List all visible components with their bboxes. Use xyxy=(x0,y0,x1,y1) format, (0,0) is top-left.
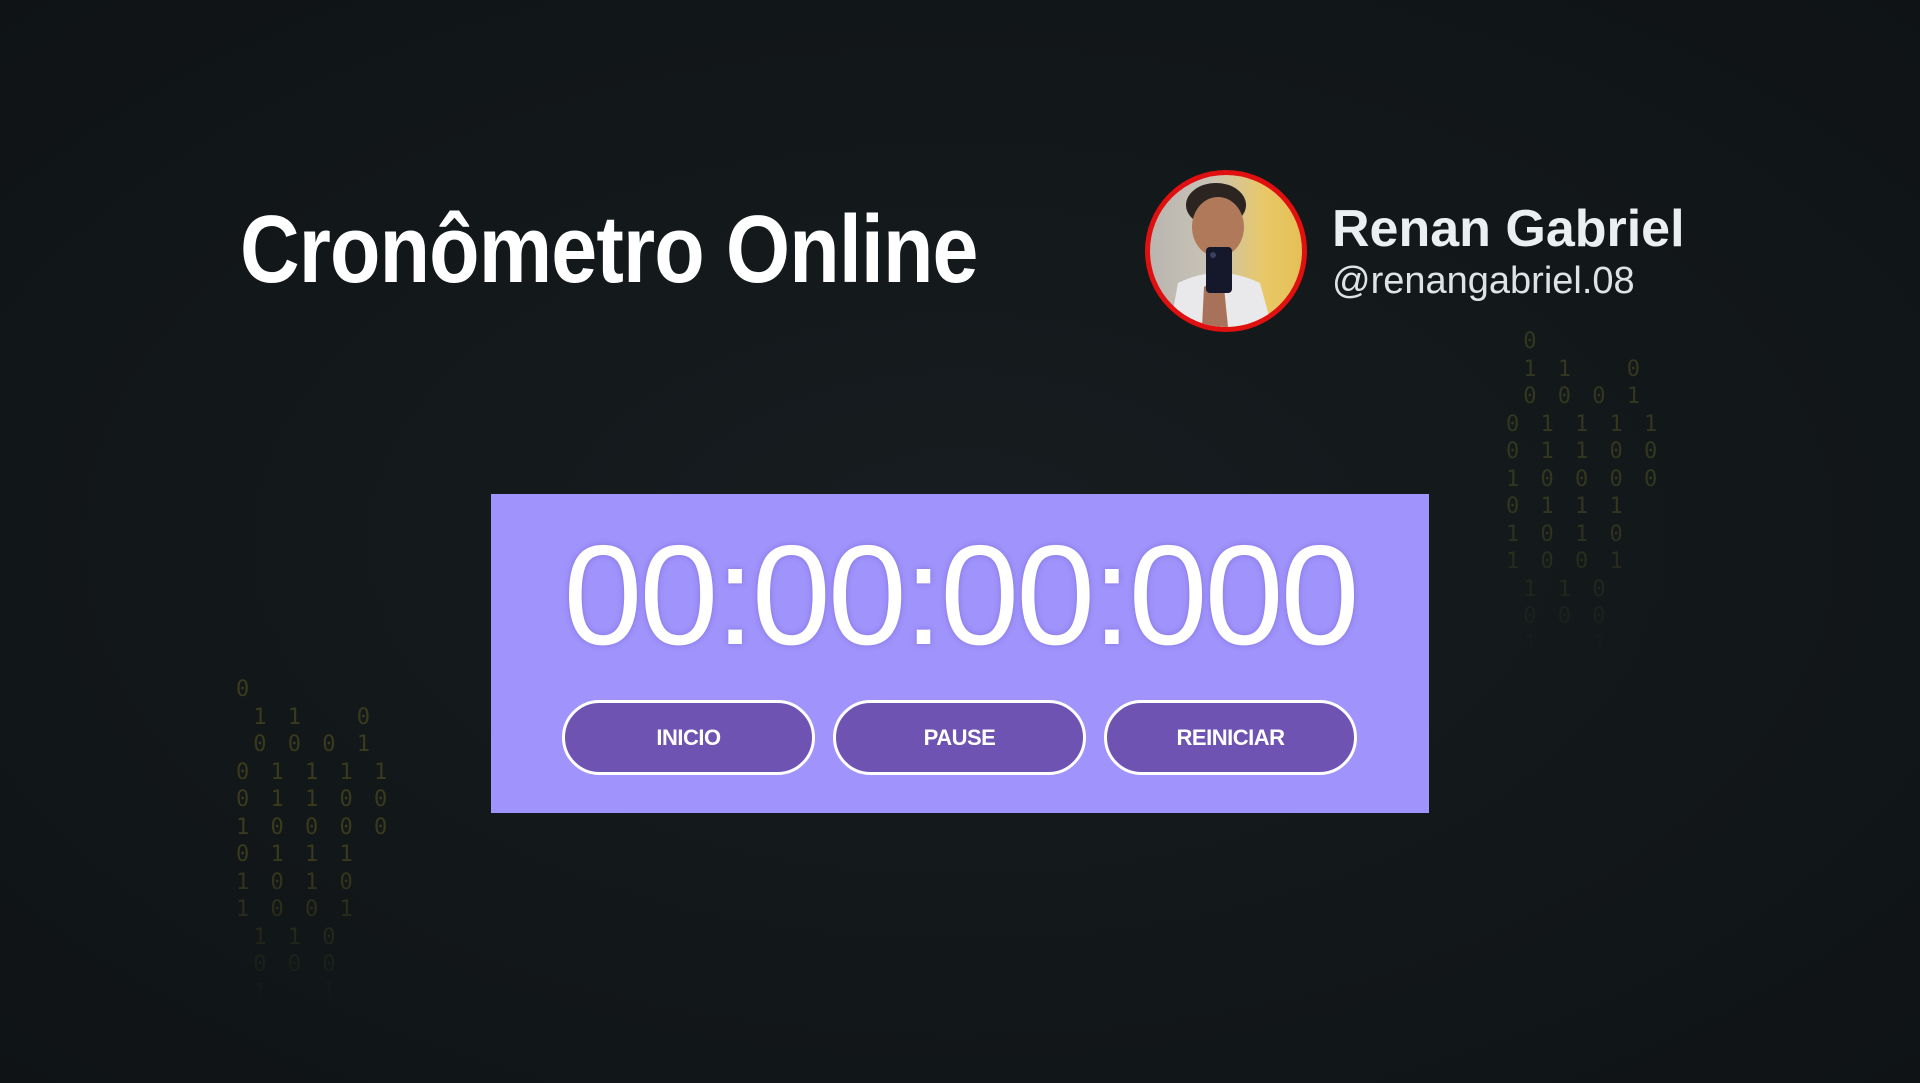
timer-display: 00:00:00:000 xyxy=(563,516,1359,675)
page-title: Cronômetro Online xyxy=(240,196,978,303)
binary-decoration-left: 0 1 1 0 0 0 0 1 0 1 1 1 1 0 1 1 0 0 1 0 … xyxy=(236,677,392,1005)
avatar xyxy=(1145,170,1307,332)
start-button[interactable]: INICIO xyxy=(562,700,815,775)
profile-handle: @renangabriel.08 xyxy=(1332,260,1635,302)
profile-name: Renan Gabriel xyxy=(1332,200,1685,258)
stopwatch-panel: 00:00:00:000 INICIO PAUSE REINICIAR xyxy=(491,494,1429,813)
stopwatch-controls: INICIO PAUSE REINICIAR xyxy=(562,700,1357,775)
profile-card: Renan Gabriel @renangabriel.08 xyxy=(1145,170,1685,332)
pause-button[interactable]: PAUSE xyxy=(833,700,1086,775)
avatar-photo xyxy=(1170,183,1272,327)
profile-text: Renan Gabriel @renangabriel.08 xyxy=(1332,199,1685,303)
reset-button[interactable]: REINICIAR xyxy=(1104,700,1357,775)
binary-decoration-right: 0 1 1 0 0 0 0 1 0 1 1 1 1 0 1 1 0 0 1 0 … xyxy=(1506,329,1662,657)
